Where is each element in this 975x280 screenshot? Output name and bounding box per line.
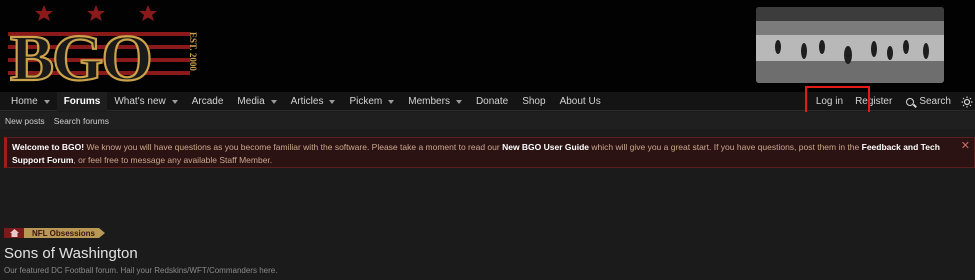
nav-forums[interactable]: Forums <box>56 92 108 111</box>
notice-text-3: , or feel free to message any available … <box>73 154 273 165</box>
chevron-down-icon[interactable] <box>270 99 277 104</box>
nav-donate[interactable]: Donate <box>469 92 515 111</box>
nav-pickem[interactable]: Pickem <box>342 92 401 111</box>
nav-about-us[interactable]: About Us <box>553 92 608 111</box>
page-title: Sons of Washington <box>4 245 138 262</box>
chevron-down-icon[interactable] <box>329 99 336 104</box>
notice-welcome: Welcome to BGO! <box>12 142 85 152</box>
nav-media[interactable]: Media <box>230 92 283 111</box>
register-button[interactable]: Register <box>851 92 898 111</box>
nav-arcade[interactable]: Arcade <box>185 92 231 111</box>
search-icon <box>906 97 915 106</box>
notice-guide-link[interactable]: New BGO User Guide <box>502 142 589 152</box>
nav-shop[interactable]: Shop <box>515 92 552 111</box>
nav-home[interactable]: Home <box>4 92 57 111</box>
nav-members[interactable]: Members <box>401 92 469 111</box>
main-nav: Home Forums What's new Arcade Media Arti… <box>0 92 975 111</box>
notice-text-2: which will give you a great start. If yo… <box>589 142 862 152</box>
chevron-down-icon[interactable] <box>455 99 462 104</box>
theme-toggle-button[interactable] <box>959 92 975 111</box>
page-description: Our featured DC Football forum. Hail you… <box>4 266 278 275</box>
notice-text-1: We know you will have questions as you b… <box>84 142 503 152</box>
subnav-new-posts[interactable]: New posts <box>5 116 45 126</box>
site-header: BGO EST. 2000 <box>0 0 975 96</box>
home-icon <box>9 229 19 237</box>
nav-links: Home Forums What's new Arcade Media Arti… <box>4 92 608 111</box>
search-button[interactable]: Search <box>898 92 959 111</box>
svg-text:EST. 2000: EST. 2000 <box>188 32 198 71</box>
breadcrumb: NFL Obsessions <box>4 228 105 238</box>
breadcrumb-home[interactable] <box>4 228 24 238</box>
subnav-search-forums[interactable]: Search forums <box>54 116 109 126</box>
stars-icon <box>35 5 157 21</box>
chevron-down-icon[interactable] <box>171 99 178 104</box>
breadcrumb-nfl-obsessions[interactable]: NFL Obsessions <box>24 228 105 238</box>
nav-account: Log in Register Search <box>802 92 975 111</box>
nav-whats-new[interactable]: What's new <box>107 92 184 111</box>
chevron-down-icon[interactable] <box>388 99 395 104</box>
nav-articles[interactable]: Articles <box>284 92 343 111</box>
svg-text:BGO: BGO <box>10 22 151 88</box>
chevron-down-icon[interactable] <box>43 99 50 104</box>
site-logo[interactable]: BGO EST. 2000 <box>6 2 204 96</box>
login-button[interactable]: Log in <box>802 92 851 111</box>
sub-nav: New posts Search forums <box>0 112 975 129</box>
welcome-notice: Welcome to BGO! We know you will have qu… <box>4 137 975 168</box>
sun-icon <box>961 96 973 107</box>
banner-photo <box>756 7 944 83</box>
close-icon[interactable]: ✕ <box>961 140 970 153</box>
